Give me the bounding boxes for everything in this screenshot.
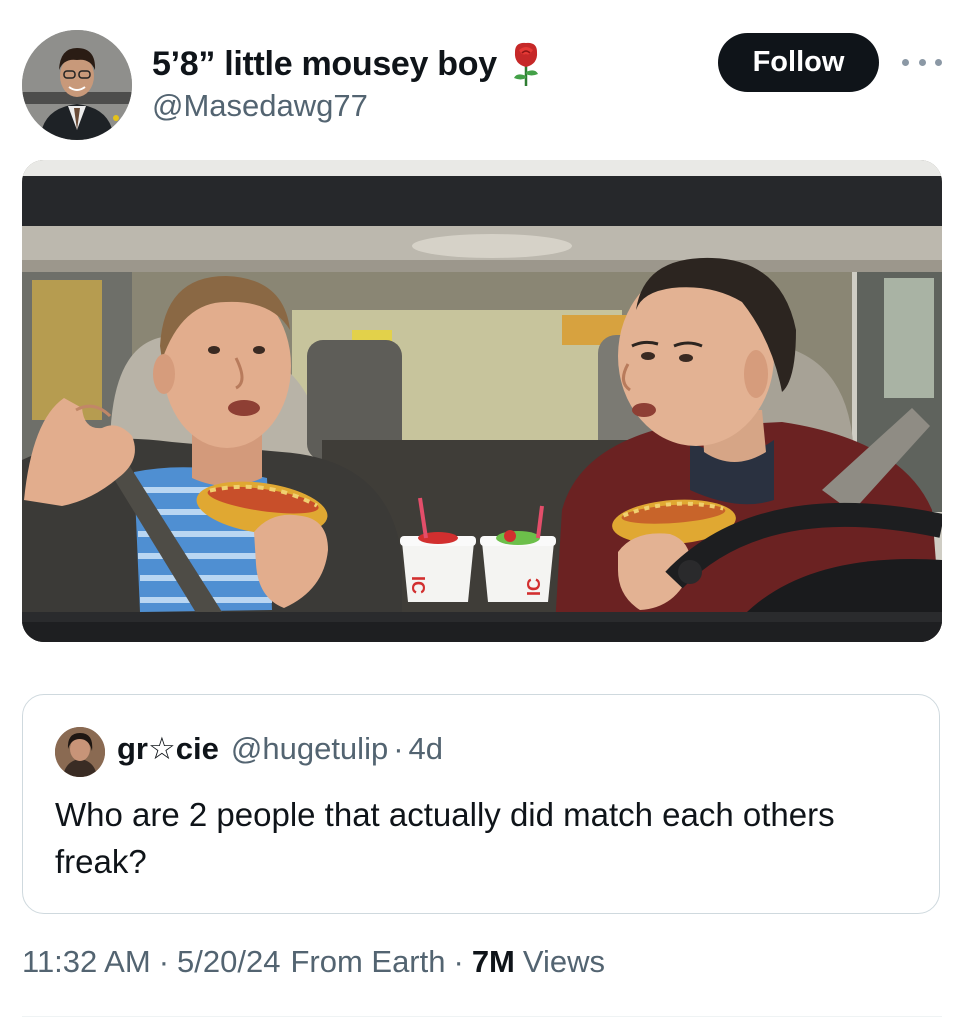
author-avatar[interactable]	[22, 30, 132, 140]
tweet-date[interactable]: 5/20/24	[177, 944, 280, 980]
divider	[22, 1016, 942, 1017]
quoted-tweet-text: Who are 2 people that actually did match…	[55, 796, 835, 880]
cup-brand-mark-1: IC	[408, 576, 428, 594]
author-name-row: 5’8” little mousey boy	[152, 40, 545, 88]
quoted-author-name[interactable]: gr☆cie	[117, 731, 219, 767]
car-scene-image: IC IC	[22, 160, 942, 642]
author-display-name[interactable]: 5’8” little mousey boy	[152, 45, 497, 84]
quoted-profile-photo	[55, 727, 105, 777]
quoted-tweet[interactable]: gr☆cie @hugetulip · 4d Who are 2 people …	[22, 694, 940, 914]
cup-brand-mark-2: IC	[524, 578, 544, 596]
author-handle[interactable]: @Masedawg77	[152, 88, 368, 124]
tweet-time[interactable]: 11:32 AM	[22, 944, 151, 980]
separator-dot: ·	[393, 731, 404, 766]
separator-dot: ·	[158, 944, 170, 979]
quoted-author-avatar[interactable]	[55, 727, 105, 777]
quoted-tweet-time[interactable]: 4d	[409, 731, 443, 767]
quoted-tweet-header: gr☆cie @hugetulip · 4d	[117, 731, 443, 767]
profile-photo	[22, 30, 132, 140]
more-options-icon[interactable]	[902, 50, 942, 74]
quoted-author-handle[interactable]: @hugetulip	[231, 731, 388, 767]
tweet-meta: 11:32 AM · 5/20/24 From Earth · 7M Views	[22, 944, 605, 980]
views-label: Views	[522, 944, 606, 979]
tweet-source: From Earth	[290, 944, 446, 979]
follow-button[interactable]: Follow	[718, 33, 879, 92]
views-count[interactable]: 7M	[472, 944, 515, 980]
tweet-media-image[interactable]: IC IC	[22, 160, 942, 642]
tweet-header: 5’8” little mousey boy @Masedawg77 Follo…	[0, 0, 965, 160]
separator-dot: ·	[453, 944, 464, 979]
rose-icon	[513, 42, 538, 86]
